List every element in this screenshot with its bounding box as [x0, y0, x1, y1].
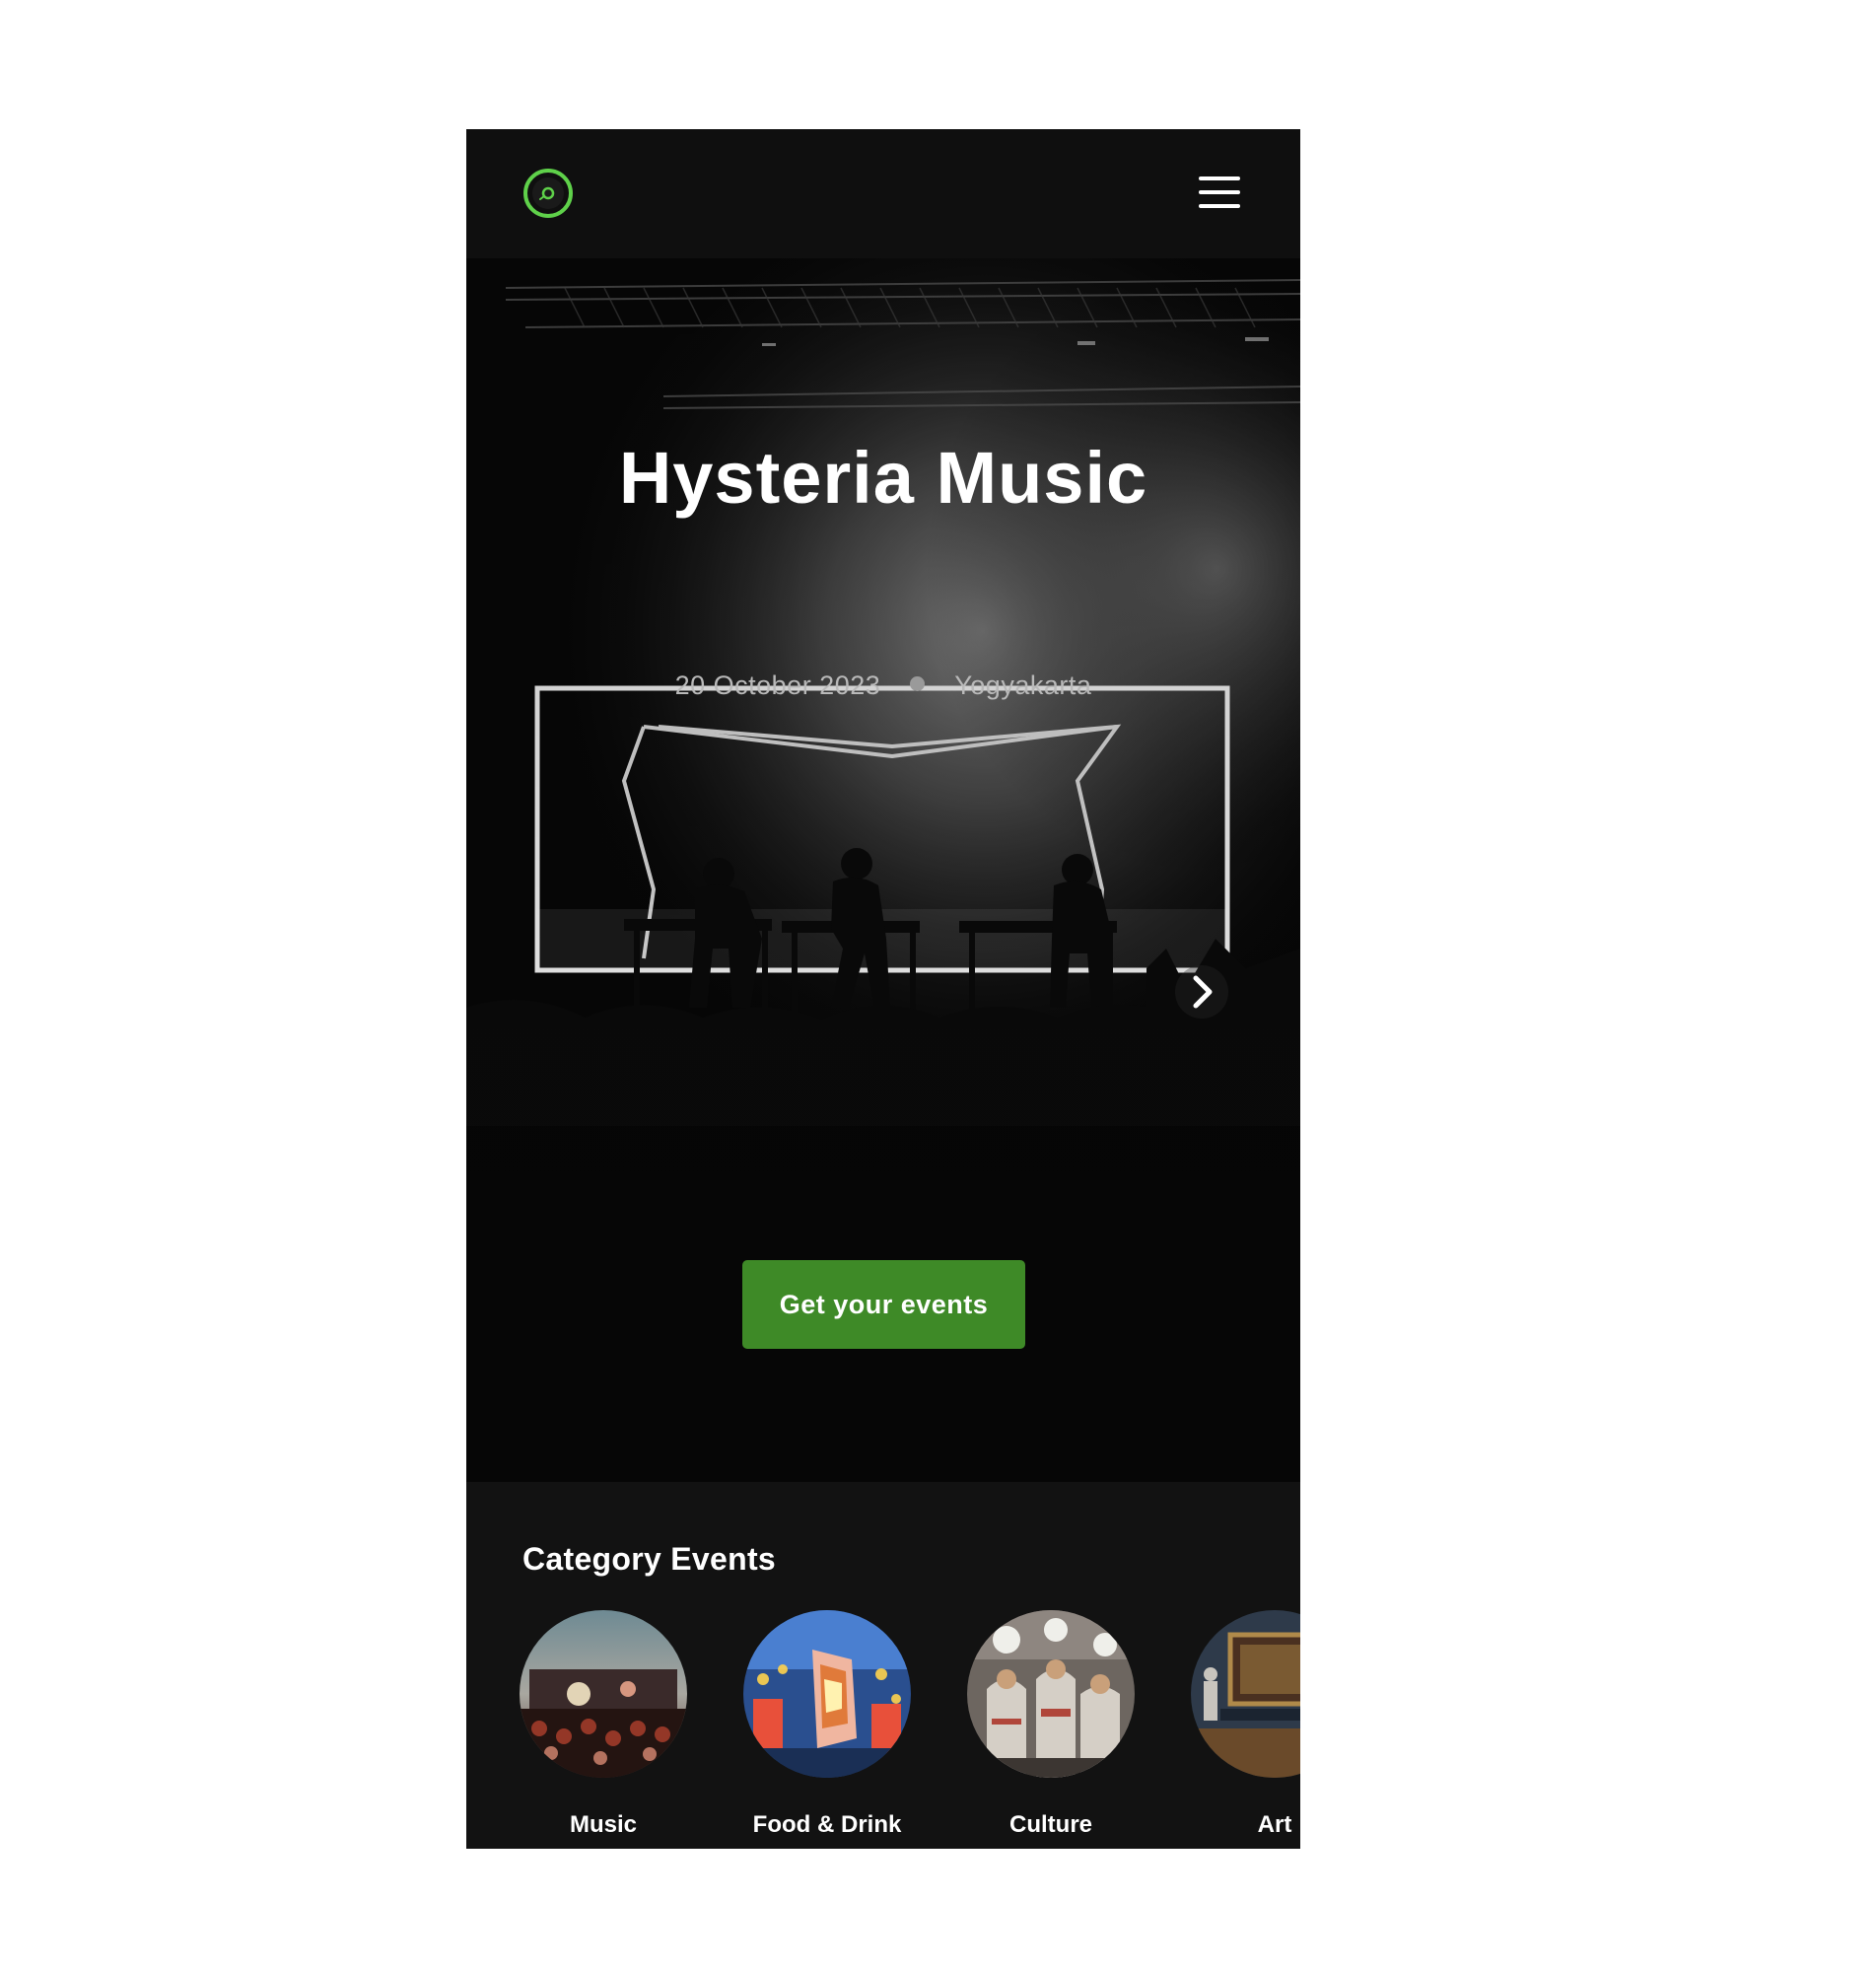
category-title: Category Events	[522, 1541, 777, 1577]
category-label: Culture	[1009, 1811, 1092, 1838]
art-thumbnail	[1191, 1610, 1300, 1778]
category-label: Music	[569, 1811, 637, 1838]
event-location: Yogyakarta	[954, 670, 1092, 700]
category-section: Category Events Music Food & Drink Cultu…	[466, 1482, 1300, 1849]
hero-carousel: Hysteria Music 20 October 2023 Yogyakarta…	[466, 258, 1300, 1482]
get-events-button[interactable]: Get your events	[742, 1260, 1025, 1349]
event-date: 20 October 2023	[674, 670, 881, 700]
event-title: Hysteria Music	[618, 437, 1148, 519]
hamburger-menu-icon[interactable]	[1194, 171, 1243, 216]
culture-thumbnail	[967, 1610, 1135, 1778]
category-label: Food & Drink	[752, 1811, 902, 1838]
mobile-app-screen: Hysteria Music 20 October 2023 Yogyakarta…	[466, 129, 1300, 1849]
vinyl-disc-icon[interactable]	[522, 168, 574, 219]
top-bar	[466, 129, 1300, 258]
food-drink-thumbnail	[743, 1610, 911, 1778]
category-label: Art	[1257, 1811, 1292, 1838]
chevron-right-icon[interactable]	[1174, 964, 1229, 1020]
event-meta: 20 October 2023 Yogyakarta	[466, 670, 1300, 701]
separator-dot	[910, 676, 926, 692]
music-thumbnail	[520, 1610, 687, 1778]
